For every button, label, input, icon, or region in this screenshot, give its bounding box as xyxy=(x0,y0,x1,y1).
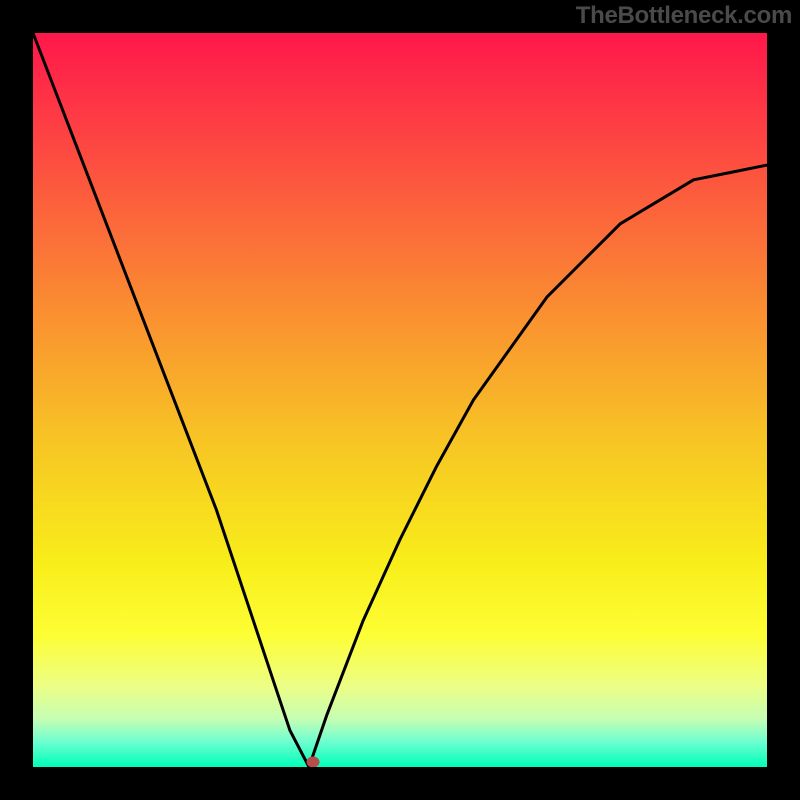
minimum-marker xyxy=(306,756,319,767)
bottleneck-curve xyxy=(33,33,767,767)
image-root: TheBottleneck.com xyxy=(0,0,800,800)
brand-watermark: TheBottleneck.com xyxy=(576,2,792,30)
plot-area xyxy=(33,33,767,767)
